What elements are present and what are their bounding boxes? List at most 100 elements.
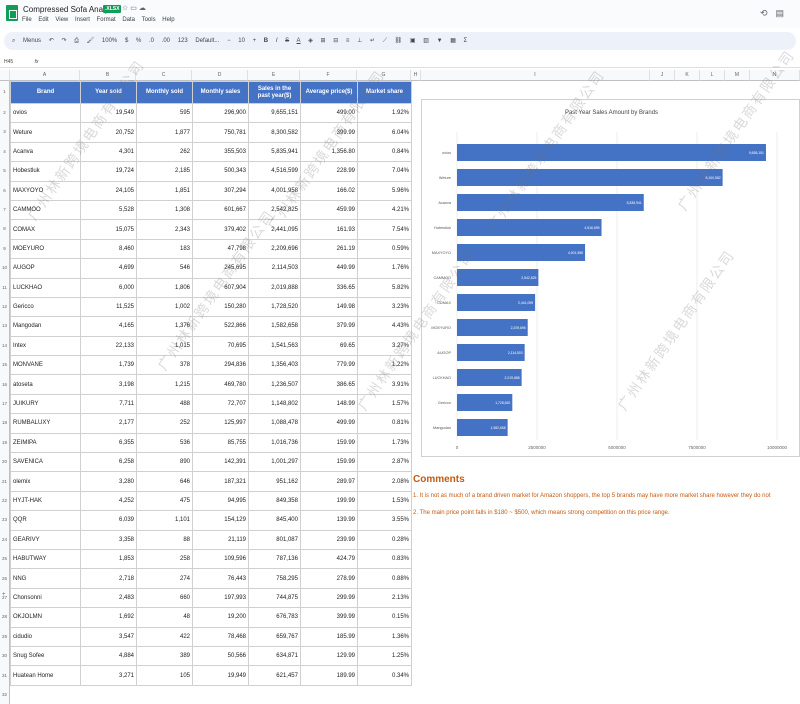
cell-market-share[interactable]: 1.53% <box>357 490 412 512</box>
cell-market-share[interactable]: 0.34% <box>357 665 412 686</box>
column-header-g[interactable]: G <box>357 70 411 81</box>
cell-monthly-sold[interactable]: 595 <box>136 102 193 124</box>
cell-average-price[interactable]: 129.99 <box>300 645 358 667</box>
cell-sales-past-year[interactable]: 2,441,095 <box>248 219 301 240</box>
cell-sales-past-year[interactable]: 1,088,478 <box>248 413 301 434</box>
cell-market-share[interactable]: 1.57% <box>357 393 412 415</box>
cell-brand[interactable]: HABUTWAY <box>10 548 81 570</box>
cell-market-share[interactable]: 1.36% <box>357 626 412 647</box>
zoom-select[interactable]: 100% <box>102 38 117 44</box>
cell-average-price[interactable]: 228.99 <box>300 161 358 182</box>
cell-average-price[interactable]: 499.99 <box>300 413 358 434</box>
cell-monthly-sales[interactable]: 19,949 <box>192 665 249 686</box>
filter-views-icon[interactable]: ▦ <box>450 38 456 44</box>
cell-brand[interactable]: CAMMOO <box>10 199 81 221</box>
cell-monthly-sales[interactable]: 154,129 <box>192 510 249 531</box>
row-number[interactable]: 1 <box>0 81 10 103</box>
cell-average-price[interactable]: 149.98 <box>300 296 358 318</box>
menu-format[interactable]: Format <box>97 17 116 23</box>
cell-year-sold[interactable]: 4,884 <box>80 645 137 667</box>
column-header-n[interactable]: N <box>750 70 800 81</box>
row-number[interactable]: 21 <box>0 471 10 491</box>
text-color-button[interactable]: A <box>297 38 301 44</box>
more-formats-button[interactable]: 123 <box>178 38 188 44</box>
cell-brand[interactable]: OKJOLMN <box>10 607 81 628</box>
cell-average-price[interactable]: 185.99 <box>300 626 358 647</box>
cell-monthly-sold[interactable]: 48 <box>136 607 193 628</box>
cell-monthly-sales[interactable]: 379,402 <box>192 219 249 240</box>
cell-sales-past-year[interactable]: 1,001,297 <box>248 452 301 473</box>
cell-brand[interactable]: SAVENICA <box>10 452 81 473</box>
cell-market-share[interactable]: 0.81% <box>357 413 412 434</box>
redo-icon[interactable]: ↷ <box>61 38 66 44</box>
cell-monthly-sales[interactable]: 94,995 <box>192 490 249 512</box>
cell-sales-past-year[interactable]: 4,001,958 <box>248 180 301 201</box>
vertical-align-icon[interactable]: ⊥ <box>357 38 362 44</box>
cell-average-price[interactable]: 336.65 <box>300 277 358 298</box>
cell-brand[interactable]: Chonsonni <box>10 587 81 609</box>
cell-monthly-sold[interactable]: 546 <box>136 258 193 279</box>
cell-sales-past-year[interactable]: 659,767 <box>248 626 301 647</box>
cell-average-price[interactable]: 386.65 <box>300 374 358 395</box>
borders-icon[interactable]: ⊞ <box>321 38 326 44</box>
cell-brand[interactable]: ZEIMIPA <box>10 432 81 454</box>
column-header-b[interactable]: B <box>80 70 136 81</box>
cell-monthly-sales[interactable]: 355,503 <box>192 141 249 163</box>
cell-monthly-sold[interactable]: 105 <box>136 665 193 686</box>
row-number[interactable]: 9 <box>0 238 10 259</box>
menu-insert[interactable]: Insert <box>75 17 90 23</box>
cell-market-share[interactable]: 0.88% <box>357 568 412 589</box>
functions-icon[interactable]: Σ <box>464 38 468 44</box>
cell-sales-past-year[interactable]: 2,209,696 <box>248 238 301 260</box>
cell-year-sold[interactable]: 24,105 <box>80 180 137 201</box>
cell-average-price[interactable]: 166.02 <box>300 180 358 201</box>
cell-monthly-sales[interactable]: 469,780 <box>192 374 249 395</box>
cell-brand[interactable]: JUIKURY <box>10 393 81 415</box>
comment-icon[interactable]: ▤ <box>775 8 792 18</box>
cell-brand[interactable]: Weture <box>10 122 81 143</box>
cell-market-share[interactable]: 7.54% <box>357 219 412 240</box>
cell-brand[interactable]: atoseta <box>10 374 81 395</box>
cell-sales-past-year[interactable]: 676,783 <box>248 607 301 628</box>
increase-decimal-icon[interactable]: .00 <box>162 38 170 44</box>
cell-sales-past-year[interactable]: 634,871 <box>248 645 301 667</box>
cell-average-price[interactable]: 459.99 <box>300 199 358 221</box>
cell-year-sold[interactable]: 6,000 <box>80 277 137 298</box>
cell-average-price[interactable]: 779.99 <box>300 355 358 376</box>
cell-market-share[interactable]: 5.82% <box>357 277 412 298</box>
cell-sales-past-year[interactable]: 5,835,941 <box>248 141 301 163</box>
cell-monthly-sales[interactable]: 750,781 <box>192 122 249 143</box>
cell-year-sold[interactable]: 6,039 <box>80 510 137 531</box>
cell-average-price[interactable]: 189.99 <box>300 665 358 686</box>
cell-monthly-sold[interactable]: 2,343 <box>136 219 193 240</box>
cell-market-share[interactable]: 3.91% <box>357 374 412 395</box>
cell-brand[interactable]: Gericco <box>10 296 81 318</box>
cell-monthly-sold[interactable]: 274 <box>136 568 193 589</box>
cell-sales-past-year[interactable]: 845,400 <box>248 510 301 531</box>
cell-year-sold[interactable]: 8,460 <box>80 238 137 260</box>
italic-button[interactable]: I <box>276 38 278 44</box>
row-number[interactable]: 12 <box>0 297 10 317</box>
star-icon[interactable]: ☆ <box>122 5 128 12</box>
cell-sales-past-year[interactable]: 1,728,520 <box>248 296 301 318</box>
cell-year-sold[interactable]: 5,528 <box>80 199 137 221</box>
cell-monthly-sold[interactable]: 660 <box>136 587 193 609</box>
cell-market-share[interactable]: 7.04% <box>357 161 412 182</box>
cell-year-sold[interactable]: 1,692 <box>80 607 137 628</box>
search-menus-label[interactable]: Menus <box>23 38 41 44</box>
cell-market-share[interactable]: 2.13% <box>357 587 412 609</box>
row-number[interactable]: 16 <box>0 374 10 394</box>
cell-market-share[interactable]: 3.27% <box>357 335 412 357</box>
cell-market-share[interactable]: 1.76% <box>357 258 412 279</box>
font-size-increase-button[interactable]: + <box>253 38 257 44</box>
cell-year-sold[interactable]: 3,198 <box>80 374 137 395</box>
horizontal-align-icon[interactable]: ≡ <box>346 38 350 44</box>
cell-average-price[interactable]: 449.99 <box>300 258 358 279</box>
cell-monthly-sold[interactable]: 1,015 <box>136 335 193 357</box>
menu-tools[interactable]: Tools <box>142 17 156 23</box>
row-number[interactable]: 24 <box>0 529 10 550</box>
text-wrap-icon[interactable]: ↵ <box>370 38 375 44</box>
cell-brand[interactable]: LUCKHAO <box>10 277 81 298</box>
filter-icon[interactable]: ▼ <box>437 38 443 44</box>
column-header-f[interactable]: F <box>300 70 357 81</box>
